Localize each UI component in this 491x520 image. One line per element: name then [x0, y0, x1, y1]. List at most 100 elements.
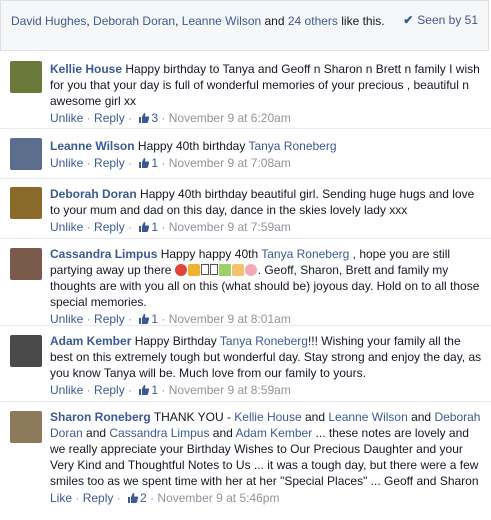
- comment-actions: Unlike · Reply · 1 · November 9 at 7:08a…: [50, 155, 483, 173]
- separator: ,: [175, 14, 182, 28]
- thumbs-up-icon[interactable]: [138, 112, 150, 128]
- liker-link[interactable]: Deborah Doran: [93, 14, 175, 28]
- separator: ·: [124, 156, 136, 170]
- reply-link[interactable]: Reply: [94, 156, 125, 170]
- comment-actions: Unlike · Reply · 1 · November 9 at 7:59a…: [50, 219, 483, 237]
- separator: ·: [124, 220, 136, 234]
- timestamp[interactable]: November 9 at 7:08am: [169, 156, 291, 170]
- comment: Leanne Wilson Happy 40th birthday Tanya …: [0, 129, 491, 179]
- others-link[interactable]: 24 others: [288, 14, 338, 28]
- checkmark-icon: ✔: [403, 13, 414, 27]
- seen-by-label: Seen by 51: [417, 13, 478, 27]
- timestamp[interactable]: November 9 at 6:20am: [169, 111, 291, 125]
- unknown-glyph-icon: [200, 264, 209, 275]
- reply-link[interactable]: Reply: [83, 491, 114, 505]
- comment-text: Happy 40th birthday: [137, 139, 249, 153]
- comment-text: and: [82, 426, 110, 440]
- comment-author[interactable]: Sharon Roneberg: [50, 410, 151, 424]
- mention-link[interactable]: Tanya Roneberg: [248, 139, 336, 153]
- cocktail-icon: [218, 264, 231, 276]
- comment-author[interactable]: Leanne Wilson: [50, 139, 135, 153]
- avatar[interactable]: [10, 335, 42, 367]
- thumbs-up-icon[interactable]: [138, 221, 150, 237]
- comment-text: and: [301, 410, 329, 424]
- comment-text: Happy happy 40th: [160, 247, 262, 261]
- heart-icon: [244, 264, 257, 276]
- mention-link[interactable]: Tanya Roneberg: [261, 247, 349, 261]
- separator: ·: [83, 383, 95, 397]
- comment: Adam Kember Happy Birthday Tanya Roneber…: [0, 326, 491, 402]
- timestamp[interactable]: November 9 at 8:01am: [169, 312, 291, 326]
- separator: ·: [158, 111, 169, 125]
- like-this-text: like this.: [337, 14, 385, 28]
- separator: ·: [124, 312, 136, 326]
- unlike-link[interactable]: Unlike: [50, 220, 83, 234]
- comment: Cassandra Limpus Happy happy 40th Tanya …: [0, 239, 491, 326]
- comment-list: Kellie House Happy birthday to Tanya and…: [0, 52, 491, 520]
- like-count[interactable]: 2: [140, 491, 147, 505]
- reply-link[interactable]: Reply: [94, 312, 125, 326]
- separator: ·: [124, 383, 136, 397]
- comment-text: THANK YOU -: [153, 410, 235, 424]
- comment-actions: Like · Reply · 2 · November 9 at 5:46pm: [50, 490, 483, 508]
- thumbs-up-icon[interactable]: [138, 157, 150, 173]
- comment-author[interactable]: Kellie House: [50, 62, 122, 76]
- avatar[interactable]: [10, 411, 42, 443]
- separator: ·: [158, 220, 169, 234]
- separator: ·: [83, 220, 95, 234]
- comment-text: and: [209, 426, 236, 440]
- comment: Deborah Doran Happy 40th birthday beauti…: [0, 179, 491, 239]
- comment-text: Happy Birthday: [134, 334, 220, 348]
- reply-link[interactable]: Reply: [94, 111, 125, 125]
- party-popper-icon: [187, 264, 200, 276]
- unlike-link[interactable]: Unlike: [50, 156, 83, 170]
- comment-author[interactable]: Deborah Doran: [50, 187, 137, 201]
- comment: Sharon Roneberg THANK YOU - Kellie House…: [0, 402, 491, 520]
- avatar[interactable]: [10, 248, 42, 280]
- mention-link[interactable]: Cassandra Limpus: [109, 426, 209, 440]
- thumbs-up-icon[interactable]: [138, 384, 150, 400]
- unknown-glyph-icon: [209, 264, 218, 275]
- timestamp[interactable]: November 9 at 7:59am: [169, 220, 291, 234]
- like-link[interactable]: Like: [50, 491, 72, 505]
- separator: ·: [83, 156, 95, 170]
- separator: ·: [158, 383, 169, 397]
- avatar[interactable]: [10, 187, 42, 219]
- cake-icon: [231, 264, 244, 276]
- comment-actions: Unlike · Reply · 3 · November 9 at 6:20a…: [50, 110, 483, 128]
- separator: ·: [83, 312, 95, 326]
- separator: ·: [113, 491, 125, 505]
- liker-link[interactable]: David Hughes: [11, 14, 86, 28]
- mention-link[interactable]: Adam Kember: [235, 426, 312, 440]
- likers-text: David Hughes, Deborah Doran, Leanne Wils…: [11, 13, 391, 30]
- unlike-link[interactable]: Unlike: [50, 111, 83, 125]
- comment-actions: Unlike · Reply · 1 · November 9 at 8:59a…: [50, 382, 483, 400]
- comment-author[interactable]: Cassandra Limpus: [50, 247, 157, 261]
- comment-author[interactable]: Adam Kember: [50, 334, 131, 348]
- separator: ·: [158, 156, 169, 170]
- separator: ·: [72, 491, 83, 505]
- liker-link[interactable]: Leanne Wilson: [182, 14, 261, 28]
- unlike-link[interactable]: Unlike: [50, 312, 83, 326]
- separator: ·: [146, 491, 158, 505]
- thumbs-up-icon[interactable]: [127, 492, 139, 508]
- avatar[interactable]: [10, 61, 42, 93]
- mention-link[interactable]: Kellie House: [234, 410, 301, 424]
- reply-link[interactable]: Reply: [94, 220, 125, 234]
- reply-link[interactable]: Reply: [94, 383, 125, 397]
- likes-summary-bar: David Hughes, Deborah Doran, Leanne Wils…: [0, 0, 489, 51]
- timestamp[interactable]: November 9 at 8:59am: [169, 383, 291, 397]
- comment-text: and: [407, 410, 435, 424]
- comment: Kellie House Happy birthday to Tanya and…: [0, 52, 491, 129]
- timestamp[interactable]: November 9 at 5:46pm: [157, 491, 279, 505]
- avatar[interactable]: [10, 138, 42, 170]
- unlike-link[interactable]: Unlike: [50, 383, 83, 397]
- balloon-icon: [174, 264, 187, 276]
- and-text: and: [261, 14, 288, 28]
- seen-by[interactable]: ✔ Seen by 51: [403, 13, 478, 27]
- separator: ·: [124, 111, 136, 125]
- mention-link[interactable]: Tanya Roneberg: [220, 334, 308, 348]
- mention-link[interactable]: Leanne Wilson: [328, 410, 407, 424]
- separator: ·: [158, 312, 169, 326]
- separator: ·: [83, 111, 95, 125]
